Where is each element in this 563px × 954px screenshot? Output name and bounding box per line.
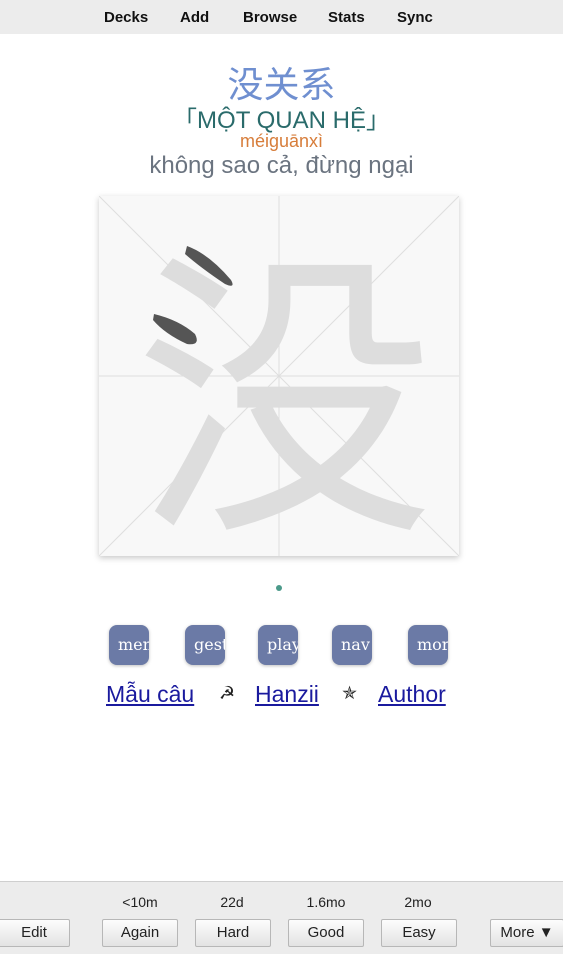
meaning: không sao cả, đừng ngại (149, 152, 414, 179)
add-nav-link[interactable]: Add (180, 9, 209, 26)
stroke-order-canvas[interactable]: 没 (98, 195, 460, 577)
sino-vietnamese-reading: 「MỘT QUAN HỆ」 (173, 107, 390, 134)
again-due-label: <10m (122, 894, 158, 910)
hammer-sickle-icon: ☭ (219, 683, 236, 703)
good-button[interactable]: Good (288, 919, 364, 947)
stroke-character-outline: 没 (135, 228, 435, 556)
again-button[interactable]: Again (102, 919, 178, 947)
browse-nav-link[interactable]: Browse (243, 9, 297, 26)
card-links: Mẫu câu ☭ Hanzii ✯ Author (106, 681, 506, 711)
hanzii-link[interactable]: Hanzii (255, 681, 319, 708)
decks-nav-link[interactable]: Decks (104, 9, 148, 26)
stroke-order-drawing: 没 (98, 195, 460, 577)
pinyin: méiguānxì (239, 131, 324, 151)
sync-nav-link[interactable]: Sync (397, 9, 433, 26)
progress-dot (276, 585, 282, 591)
menu-chip-button[interactable]: men (109, 625, 149, 665)
sentence-link[interactable]: Mẫu câu (106, 681, 194, 708)
hard-button[interactable]: Hard (195, 919, 271, 947)
easy-due-label: 2mo (404, 894, 432, 910)
gesture-chip-button[interactable]: gest (185, 625, 225, 665)
hard-due-label: 22d (220, 894, 244, 910)
stats-nav-link[interactable]: Stats (328, 9, 365, 26)
star-icon: ✯ (342, 683, 358, 703)
reviewer-bottom-bar: <10m 22d 1.6mo 2mo Edit Again Hard Good … (0, 881, 563, 954)
card-content: 没关系 「MỘT QUAN HỆ」 méiguānxì không sao cả… (0, 34, 563, 880)
nav-chip-button[interactable]: nav (332, 625, 372, 665)
top-toolbar: Decks Add Browse Stats Sync (0, 0, 563, 35)
easy-button[interactable]: Easy (381, 919, 457, 947)
author-link[interactable]: Author (378, 681, 446, 708)
play-chip-button[interactable]: play (258, 625, 298, 665)
more-button[interactable]: More ▼ (490, 919, 563, 947)
edit-button[interactable]: Edit (0, 919, 70, 947)
good-due-label: 1.6mo (306, 894, 346, 910)
more-chip-button[interactable]: mor (408, 625, 448, 665)
